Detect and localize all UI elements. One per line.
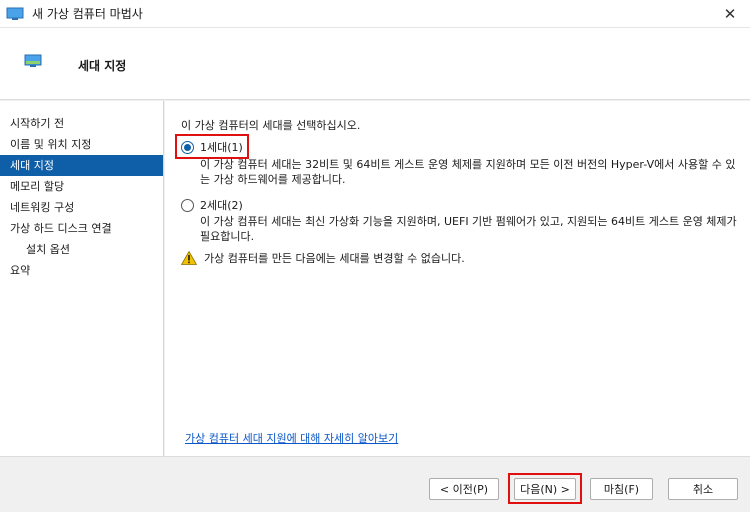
generation-1-label[interactable]: 1세대(1)	[200, 139, 243, 155]
sidebar-item-virtual-hard-disk[interactable]: 가상 하드 디스크 연결	[0, 218, 163, 239]
generation-prompt: 이 가상 컴퓨터의 세대를 선택하십시오.	[181, 119, 361, 132]
generation-2-option[interactable]: 2세대(2)	[181, 197, 243, 213]
wizard-header: 세대 지정	[0, 28, 750, 100]
close-icon[interactable]: ✕	[710, 0, 750, 28]
cancel-button[interactable]: 취소	[668, 478, 738, 500]
wizard-footer: < 이전(P) 다음(N) > 마침(F) 취소	[0, 456, 750, 512]
monitor-icon	[24, 54, 42, 68]
sidebar-item-install-options[interactable]: 설치 옵션	[0, 239, 163, 260]
generation-1-option[interactable]: 1세대(1)	[181, 139, 243, 155]
warning-message: 가상 컴퓨터를 만든 다음에는 세대를 변경할 수 없습니다.	[180, 250, 465, 266]
warning-text: 가상 컴퓨터를 만든 다음에는 세대를 변경할 수 없습니다.	[204, 252, 465, 265]
sidebar-item-before-you-begin[interactable]: 시작하기 전	[0, 113, 163, 134]
previous-button[interactable]: < 이전(P)	[429, 478, 499, 500]
window-title: 새 가상 컴퓨터 마법사	[32, 7, 143, 21]
generation-2-description: 이 가상 컴퓨터 세대는 최신 가상화 기능을 지원하며, UEFI 기반 펌웨…	[200, 215, 737, 243]
finish-button[interactable]: 마침(F)	[590, 478, 653, 500]
generation-1-description: 이 가상 컴퓨터 세대는 32비트 및 64비트 게스트 운영 체제를 지원하며…	[200, 158, 736, 186]
wizard-content: 이 가상 컴퓨터의 세대를 선택하십시오. 1세대(1) 이 가상 컴퓨터 세대…	[165, 101, 750, 456]
sidebar-item-generation[interactable]: 세대 지정	[0, 155, 163, 176]
sidebar-item-name-and-location[interactable]: 이름 및 위치 지정	[0, 134, 163, 155]
next-button[interactable]: 다음(N) >	[514, 478, 576, 500]
generation-2-radio[interactable]	[181, 198, 194, 212]
sidebar-item-summary[interactable]: 요약	[0, 260, 163, 281]
wizard-steps-sidebar: 시작하기 전 이름 및 위치 지정 세대 지정 메모리 할당 네트워킹 구성 가…	[0, 101, 164, 456]
title-bar: 새 가상 컴퓨터 마법사 ✕	[0, 0, 750, 28]
monitor-icon	[6, 7, 24, 21]
sidebar-item-networking[interactable]: 네트워킹 구성	[0, 197, 163, 218]
sidebar-item-memory[interactable]: 메모리 할당	[0, 176, 163, 197]
generation-2-label[interactable]: 2세대(2)	[200, 197, 243, 213]
page-title: 세대 지정	[78, 59, 127, 73]
warning-icon	[180, 250, 198, 265]
learn-more-link[interactable]: 가상 컴퓨터 세대 지원에 대해 자세히 알아보기	[185, 430, 398, 446]
generation-1-radio[interactable]	[181, 140, 194, 154]
